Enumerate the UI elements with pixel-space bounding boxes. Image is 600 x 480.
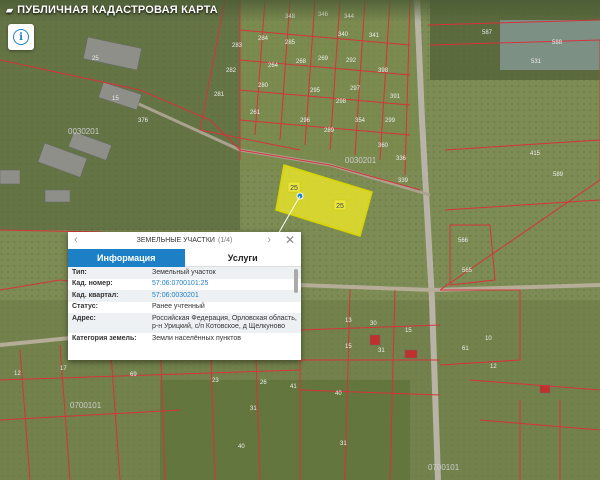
parcel-number-label: 12 bbox=[14, 371, 21, 377]
info-icon: i bbox=[13, 29, 29, 45]
parcel-number-label: 61 bbox=[462, 346, 469, 352]
parcel-number-label: 398 bbox=[378, 68, 389, 74]
parcel-number-label: 41 bbox=[290, 384, 297, 390]
cadastral-number-link[interactable]: 57:06:0700101:25 bbox=[152, 280, 297, 289]
field-label: Категория земель: bbox=[72, 334, 137, 342]
parcel-number-label: 12 bbox=[490, 364, 497, 370]
pond-area bbox=[500, 20, 600, 70]
table-row: Категория земель: Земли населённых пункто… bbox=[68, 333, 301, 345]
field-value: Земельный участок bbox=[152, 268, 216, 276]
info-button[interactable]: i bbox=[8, 24, 34, 50]
quarter-label: 0030201 bbox=[345, 156, 377, 165]
parcel-number-label: 281 bbox=[214, 92, 225, 98]
parcel-number-label: 588 bbox=[552, 40, 563, 46]
parcel-number-label: 587 bbox=[482, 30, 493, 36]
scrollbar[interactable] bbox=[294, 269, 298, 293]
table-row: Адрес: Российская Федерация, Орловская об… bbox=[68, 313, 301, 333]
parcel-number-label: 360 bbox=[378, 143, 389, 149]
parcel-number-label: 391 bbox=[390, 94, 401, 100]
parcel-number-label: 296 bbox=[300, 118, 311, 124]
parcel-number-label: 292 bbox=[346, 58, 357, 64]
parcel-number-label: 284 bbox=[258, 36, 269, 42]
table-row: Статус: Ранее учтенный bbox=[68, 302, 301, 314]
popup-tabs: Информация Услуги bbox=[68, 249, 301, 267]
parcel-number-label: 295 bbox=[310, 88, 321, 94]
parcel-number-label: 376 bbox=[138, 118, 149, 124]
popup-title: ЗЕМЕЛЬНЫЕ УЧАСТКИ bbox=[136, 237, 215, 244]
parcel-number-label: 17 bbox=[60, 366, 67, 372]
field-label: Кад. квартал: bbox=[72, 291, 119, 299]
field-value: Российская Федерация, Орловская область,… bbox=[152, 314, 297, 331]
previous-arrow-icon[interactable]: ‹ bbox=[74, 234, 78, 246]
parcel-number-label: 589 bbox=[553, 172, 564, 178]
parcel-number-label: 269 bbox=[318, 56, 329, 62]
parcel-number-label: 31 bbox=[250, 406, 257, 412]
parcel-number-label: 268 bbox=[296, 59, 307, 65]
cadastral-quarter-link[interactable]: 57:06:0030201 bbox=[152, 292, 297, 301]
attribute-table: Тип: Земельный участок Кад. номер: 57:06:0… bbox=[68, 267, 301, 357]
parcel-number-label: 30 bbox=[370, 321, 377, 327]
parcel-number-label: 341 bbox=[369, 33, 380, 39]
parcel-number-label: 285 bbox=[285, 40, 296, 46]
selected-parcel-label: 25 bbox=[336, 203, 344, 210]
parcel-number-label: 415 bbox=[530, 151, 541, 157]
table-row: Кад. номер: 57:06:0700101:25 bbox=[68, 279, 301, 291]
parcel-number-label: 340 bbox=[338, 32, 349, 38]
parcel-number-label: 261 bbox=[250, 110, 261, 116]
popup-counter: (1/4) bbox=[217, 237, 233, 244]
parcel-number-label: 15 bbox=[405, 328, 412, 334]
parcel-number-label: 23 bbox=[212, 378, 219, 384]
parcel-number-label: 31 bbox=[340, 441, 347, 447]
parcel-number-label: 69 bbox=[130, 372, 137, 378]
field-value: Земли населённых пунктов bbox=[152, 334, 242, 342]
parcel-number-label: 289 bbox=[324, 128, 335, 134]
next-arrow-icon[interactable]: › bbox=[267, 234, 271, 246]
parcel-number-label: 10 bbox=[485, 336, 492, 342]
table-row: Тип: Земельный участок bbox=[68, 267, 301, 279]
parcel-number-label: 25 bbox=[92, 56, 99, 62]
parcel-number-label: 339 bbox=[398, 178, 409, 184]
field-value: Ранее учтенный bbox=[152, 303, 205, 310]
selected-parcel-label: 25 bbox=[290, 185, 298, 192]
close-icon[interactable]: ✕ bbox=[285, 233, 295, 247]
parcel-number-label: 565 bbox=[462, 268, 473, 274]
parcel-number-label: 40 bbox=[238, 444, 245, 450]
parcel-number-label: 282 bbox=[226, 68, 237, 74]
parcel-number-label: 283 bbox=[232, 43, 243, 49]
app-title-text: ПУБЛИЧНАЯ КАДАСТРОВАЯ КАРТА bbox=[17, 4, 218, 16]
parcel-number-label: 31 bbox=[378, 348, 385, 354]
popup-header: ‹ ЗЕМЕЛЬНЫЕ УЧАСТКИ (1/4) › ✕ bbox=[68, 232, 301, 249]
field-label: Статус: bbox=[72, 303, 98, 310]
parcel-number-label: 299 bbox=[385, 118, 396, 124]
parcel-number-label: 13 bbox=[345, 318, 352, 324]
parcel-number-label: 280 bbox=[258, 83, 269, 89]
quarter-label: 0030201 bbox=[68, 127, 100, 136]
field-label: Тип: bbox=[72, 268, 87, 276]
tab-information[interactable]: Информация bbox=[68, 249, 185, 267]
settlement-area bbox=[0, 0, 240, 230]
parcel-number-label: 336 bbox=[396, 156, 407, 162]
cadastral-logo-icon: ▰ bbox=[6, 5, 14, 15]
parcel-number-label: 298 bbox=[336, 99, 347, 105]
parcel-number-label: 264 bbox=[268, 63, 279, 69]
table-row: Кад. квартал: 57:06:0030201 bbox=[68, 290, 301, 302]
parcel-number-label: 40 bbox=[335, 391, 342, 397]
field-label: Адрес: bbox=[72, 314, 96, 322]
tab-services[interactable]: Услуги bbox=[184, 249, 301, 267]
parcel-info-popup: ‹ ЗЕМЕЛЬНЫЕ УЧАСТКИ (1/4) › ✕ Информация… bbox=[68, 232, 301, 360]
field-label: Кад. номер: bbox=[72, 280, 113, 287]
app-title: ▰ ПУБЛИЧНАЯ КАДАСТРОВАЯ КАРТА bbox=[6, 4, 218, 16]
parcel-number-label: 297 bbox=[350, 86, 361, 92]
parcel-number-label: 15 bbox=[112, 96, 119, 102]
parcel-number-label: 26 bbox=[260, 380, 267, 386]
parcel-number-label: 354 bbox=[355, 118, 366, 124]
quarter-label: 0700101 bbox=[428, 463, 460, 472]
parcel-number-label: 531 bbox=[531, 59, 542, 65]
parcel-number-label: 566 bbox=[458, 238, 469, 244]
quarter-label: 0700101 bbox=[70, 401, 102, 410]
parcel-number-label: 15 bbox=[345, 344, 352, 350]
